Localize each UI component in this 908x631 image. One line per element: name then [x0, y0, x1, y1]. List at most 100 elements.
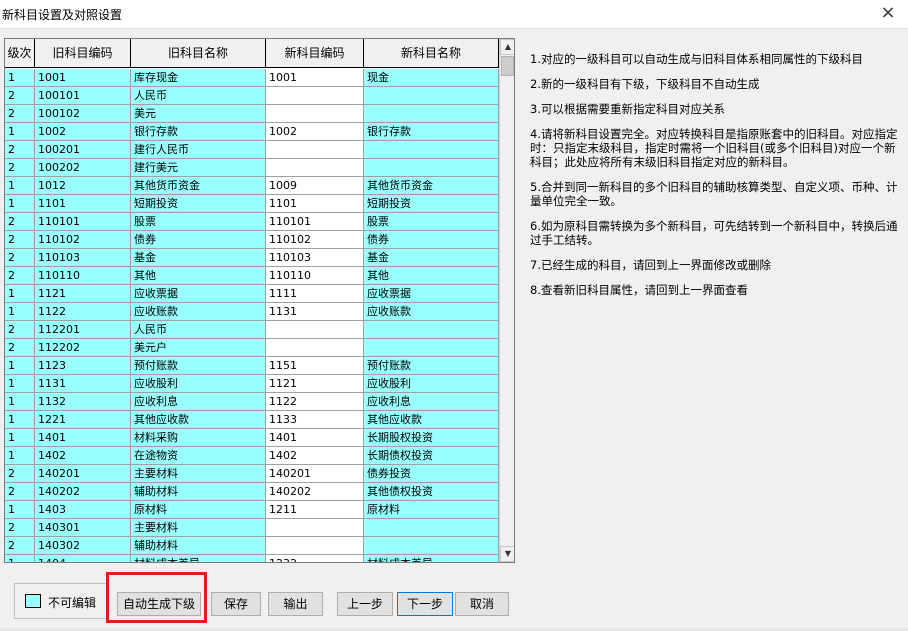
scroll-down-icon[interactable]: ▼: [500, 546, 514, 562]
cell-old-name: 短期投资: [131, 195, 266, 213]
col-header-old-name[interactable]: 旧科目名称: [131, 39, 266, 68]
table-row[interactable]: 2 110110 其他 110110 其他: [5, 267, 499, 285]
cell-new-code[interactable]: 1131: [266, 303, 364, 321]
table-row[interactable]: 2 140202 辅助材料 140202 其他债权投资: [5, 483, 499, 501]
cell-new-code[interactable]: 1401: [266, 429, 364, 447]
table-row[interactable]: 1 1402 在途物资 1402 长期债权投资: [5, 447, 499, 465]
cell-new-code[interactable]: 140201: [266, 465, 364, 483]
cell-old-code: 1122: [35, 303, 131, 321]
table-row[interactable]: 2 140302 辅助材料: [5, 537, 499, 555]
table-row[interactable]: 1 1123 预付账款 1151 预付账款: [5, 357, 499, 375]
cell-old-code: 1403: [35, 501, 131, 519]
cell-new-code[interactable]: 1151: [266, 357, 364, 375]
cell-new-code[interactable]: 1232: [266, 555, 364, 562]
cell-new-code[interactable]: [266, 339, 364, 357]
scroll-thumb[interactable]: [501, 56, 514, 76]
cell-new-name: 其他应收款: [364, 411, 499, 429]
table-row[interactable]: 1 1403 原材料 1211 原材料: [5, 501, 499, 519]
cell-new-code[interactable]: 1402: [266, 447, 364, 465]
cell-new-code[interactable]: [266, 321, 364, 339]
cell-new-code[interactable]: 1133: [266, 411, 364, 429]
cell-new-name: 应收利息: [364, 393, 499, 411]
cell-new-code[interactable]: 110103: [266, 249, 364, 267]
save-button[interactable]: 保存: [211, 592, 261, 616]
cell-new-name: 债券投资: [364, 465, 499, 483]
next-step-button[interactable]: 下一步: [397, 592, 453, 616]
cell-new-code[interactable]: 1122: [266, 393, 364, 411]
col-header-new-name[interactable]: 新科目名称: [364, 39, 499, 68]
table-row[interactable]: 2 100202 建行美元: [5, 159, 499, 177]
cell-old-name: 其他: [131, 267, 266, 285]
table-row[interactable]: 1 1132 应收利息 1122 应收利息: [5, 393, 499, 411]
col-header-level[interactable]: 级次: [5, 39, 35, 68]
col-header-new-code[interactable]: 新科目编码: [266, 39, 364, 68]
table-row[interactable]: 2 112201 人民币: [5, 321, 499, 339]
cell-old-code: 1401: [35, 429, 131, 447]
cell-new-code[interactable]: [266, 519, 364, 537]
cell-old-name: 其他应收款: [131, 411, 266, 429]
cell-new-code[interactable]: [266, 87, 364, 105]
table-row[interactable]: 1 1131 应收股利 1121 应收股利: [5, 375, 499, 393]
table-row[interactable]: 2 110102 债券 110102 债券: [5, 231, 499, 249]
table-row[interactable]: 2 100101 人民币: [5, 87, 499, 105]
col-header-old-code[interactable]: 旧科目编码: [35, 39, 131, 68]
vertical-scrollbar[interactable]: ▲ ▼: [499, 39, 514, 562]
cell-new-code[interactable]: 1121: [266, 375, 364, 393]
cell-old-code: 1002: [35, 123, 131, 141]
cell-new-code[interactable]: 1111: [266, 285, 364, 303]
table-row[interactable]: 2 140201 主要材料 140201 债券投资: [5, 465, 499, 483]
scroll-up-icon[interactable]: ▲: [500, 39, 514, 55]
cell-new-code[interactable]: 110101: [266, 213, 364, 231]
cell-old-name: 其他货币资金: [131, 177, 266, 195]
cell-new-code[interactable]: 1211: [266, 501, 364, 519]
instructions-panel: 1.对应的一级科目可以自动生成与旧科目体系相同属性的下级科目 2.新的一级科目有下…: [530, 52, 900, 308]
table-row[interactable]: 1 1101 短期投资 1101 短期投资: [5, 195, 499, 213]
cell-new-code[interactable]: 110102: [266, 231, 364, 249]
cell-new-code[interactable]: 1001: [266, 69, 364, 87]
cell-new-name: [364, 321, 499, 339]
table-row[interactable]: 1 1401 材料采购 1401 长期股权投资: [5, 429, 499, 447]
cell-new-code[interactable]: [266, 159, 364, 177]
table-row[interactable]: 1 1001 库存现金 1001 现金: [5, 69, 499, 87]
cell-new-code[interactable]: 1009: [266, 177, 364, 195]
window-title: 新科目设置及对照设置: [2, 8, 123, 22]
cell-new-name: 其他货币资金: [364, 177, 499, 195]
mapping-grid[interactable]: 级次 旧科目编码 旧科目名称 新科目编码 新科目名称 1 1001 库存现金 1001…: [4, 38, 515, 563]
cell-old-name: 建行人民币: [131, 141, 266, 159]
cell-level: 2: [5, 537, 35, 555]
table-row[interactable]: 1 1002 银行存款 1002 银行存款: [5, 123, 499, 141]
table-row[interactable]: 2 140301 主要材料: [5, 519, 499, 537]
cell-level: 1: [5, 393, 35, 411]
cell-new-code[interactable]: [266, 141, 364, 159]
close-icon[interactable]: ×: [878, 3, 898, 23]
table-row[interactable]: 2 110103 基金 110103 基金: [5, 249, 499, 267]
cell-old-name: 债券: [131, 231, 266, 249]
cell-new-name: [364, 141, 499, 159]
cancel-button[interactable]: 取消: [455, 592, 509, 616]
cell-old-code: 140302: [35, 537, 131, 555]
instruction-note: 8.查看新旧科目属性，请回到上一界面查看: [530, 283, 748, 297]
cell-new-code[interactable]: 1002: [266, 123, 364, 141]
cell-new-name: 预付账款: [364, 357, 499, 375]
export-button[interactable]: 输出: [268, 592, 323, 616]
table-row[interactable]: 1 1121 应收票据 1111 应收票据: [5, 285, 499, 303]
table-row[interactable]: 1 1221 其他应收款 1133 其他应收款: [5, 411, 499, 429]
cell-new-code[interactable]: [266, 105, 364, 123]
cell-new-code[interactable]: 1101: [266, 195, 364, 213]
table-row[interactable]: 2 110101 股票 110101 股票: [5, 213, 499, 231]
cell-new-code[interactable]: [266, 537, 364, 555]
cell-old-name: 主要材料: [131, 465, 266, 483]
cell-new-code[interactable]: 110110: [266, 267, 364, 285]
table-row[interactable]: 1 1012 其他货币资金 1009 其他货币资金: [5, 177, 499, 195]
table-row[interactable]: 11404材料成本差异1232材料成本差异: [5, 555, 499, 562]
table-row[interactable]: 2 100201 建行人民币: [5, 141, 499, 159]
table-row[interactable]: 2 100102 美元: [5, 105, 499, 123]
cell-old-code: 1402: [35, 447, 131, 465]
table-row[interactable]: 1 1122 应收账款 1131 应收账款: [5, 303, 499, 321]
table-row[interactable]: 2 112202 美元户: [5, 339, 499, 357]
legend-label: 不可编辑: [48, 596, 97, 610]
cell-new-name: 其他债权投资: [364, 483, 499, 501]
prev-step-button[interactable]: 上一步: [337, 592, 393, 616]
cell-new-code[interactable]: 140202: [266, 483, 364, 501]
grid-header: 级次 旧科目编码 旧科目名称 新科目编码 新科目名称: [5, 39, 499, 68]
